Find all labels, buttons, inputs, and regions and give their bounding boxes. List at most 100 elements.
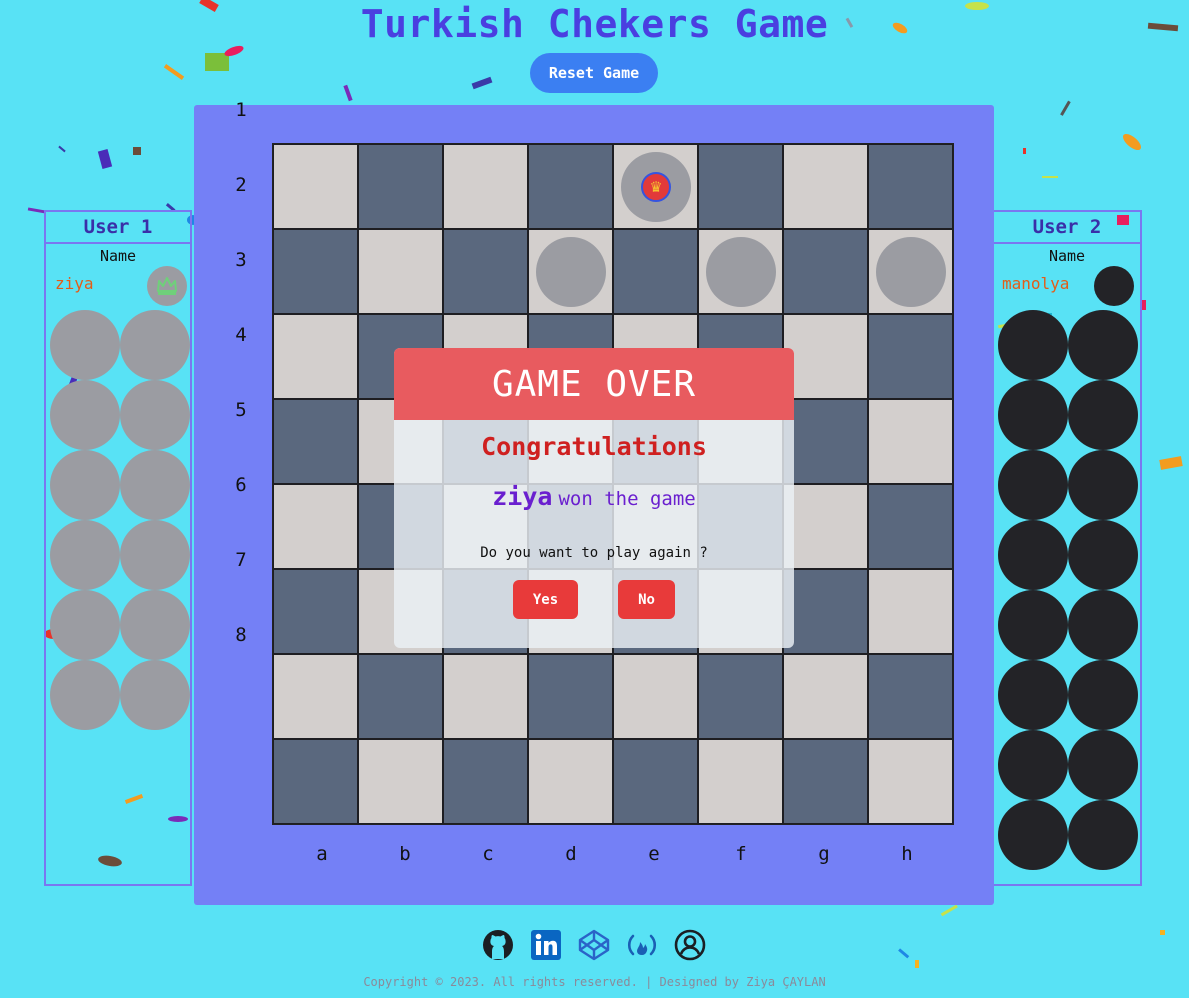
square-b2[interactable]: [358, 229, 443, 314]
square-e2[interactable]: [613, 229, 698, 314]
captured-piece: [120, 310, 190, 380]
user2-captured-pieces: [998, 310, 1138, 870]
codepen-icon[interactable]: [577, 928, 611, 962]
captured-piece: [998, 590, 1068, 660]
crown-icon: [157, 277, 177, 295]
no-button[interactable]: No: [618, 580, 675, 619]
winner-line: ziya won the game: [394, 482, 794, 511]
board-piece[interactable]: [876, 237, 946, 307]
file-label: e: [648, 843, 660, 865]
square-c8[interactable]: [443, 739, 528, 824]
user1-panel: User 1 Name ziya: [44, 210, 192, 886]
captured-piece: [1068, 800, 1138, 870]
captured-piece: [50, 310, 120, 380]
captured-piece: [1068, 380, 1138, 450]
user2-player-name: manolya: [1002, 274, 1070, 293]
file-label: a: [316, 843, 328, 865]
captured-piece: [120, 380, 190, 450]
square-a2[interactable]: [273, 229, 358, 314]
yes-button[interactable]: Yes: [513, 580, 578, 619]
captured-piece: [998, 520, 1068, 590]
captured-piece: [120, 450, 190, 520]
reset-game-button[interactable]: Reset Game: [530, 53, 658, 93]
captured-piece: [50, 590, 120, 660]
square-b1[interactable]: [358, 144, 443, 229]
square-f2[interactable]: [698, 229, 783, 314]
linkedin-icon[interactable]: [529, 928, 563, 962]
square-d1[interactable]: [528, 144, 613, 229]
captured-piece: [120, 520, 190, 590]
user2-header: User 2: [994, 212, 1140, 244]
square-g4[interactable]: [783, 399, 868, 484]
square-a7[interactable]: [273, 654, 358, 739]
captured-piece: [1068, 590, 1138, 660]
square-h8[interactable]: [868, 739, 953, 824]
square-a8[interactable]: [273, 739, 358, 824]
square-e8[interactable]: [613, 739, 698, 824]
square-h3[interactable]: [868, 314, 953, 399]
square-b8[interactable]: [358, 739, 443, 824]
captured-piece: [50, 520, 120, 590]
github-icon[interactable]: [481, 928, 515, 962]
square-g2[interactable]: [783, 229, 868, 314]
king-piece[interactable]: ♛: [621, 152, 691, 222]
rank-label: 1: [235, 99, 247, 121]
user1-name-label: Name: [99, 247, 137, 265]
user1-captured-pieces: [50, 310, 190, 730]
square-g6[interactable]: [783, 569, 868, 654]
captured-piece: [1068, 730, 1138, 800]
copyright-text: Copyright © 2023. All rights reserved. |…: [363, 975, 826, 989]
square-g1[interactable]: [783, 144, 868, 229]
square-e1[interactable]: ♛: [613, 144, 698, 229]
freecodecamp-icon[interactable]: [625, 928, 659, 962]
captured-piece: [998, 380, 1068, 450]
game-over-title: GAME OVER: [394, 348, 794, 420]
square-g5[interactable]: [783, 484, 868, 569]
square-h5[interactable]: [868, 484, 953, 569]
square-a4[interactable]: [273, 399, 358, 484]
square-a5[interactable]: [273, 484, 358, 569]
square-h7[interactable]: [868, 654, 953, 739]
square-g8[interactable]: [783, 739, 868, 824]
user-circle-icon[interactable]: [673, 928, 707, 962]
square-g7[interactable]: [783, 654, 868, 739]
square-f7[interactable]: [698, 654, 783, 739]
square-d7[interactable]: [528, 654, 613, 739]
file-label: g: [818, 843, 830, 865]
square-c7[interactable]: [443, 654, 528, 739]
board-piece[interactable]: [536, 237, 606, 307]
file-label: h: [901, 843, 913, 865]
square-h6[interactable]: [868, 569, 953, 654]
square-g3[interactable]: [783, 314, 868, 399]
square-e7[interactable]: [613, 654, 698, 739]
board-piece[interactable]: [706, 237, 776, 307]
square-b7[interactable]: [358, 654, 443, 739]
square-h4[interactable]: [868, 399, 953, 484]
square-a1[interactable]: [273, 144, 358, 229]
square-h2[interactable]: [868, 229, 953, 314]
captured-piece: [998, 450, 1068, 520]
user1-header: User 1: [46, 212, 190, 244]
rank-label: 7: [235, 549, 247, 571]
rank-label: 2: [235, 174, 247, 196]
square-f1[interactable]: [698, 144, 783, 229]
square-c1[interactable]: [443, 144, 528, 229]
captured-piece: [1068, 310, 1138, 380]
captured-piece: [998, 730, 1068, 800]
square-a3[interactable]: [273, 314, 358, 399]
square-f8[interactable]: [698, 739, 783, 824]
captured-piece: [998, 660, 1068, 730]
square-a6[interactable]: [273, 569, 358, 654]
file-label: b: [399, 843, 411, 865]
square-d8[interactable]: [528, 739, 613, 824]
square-h1[interactable]: [868, 144, 953, 229]
square-d2[interactable]: [528, 229, 613, 314]
game-over-modal: GAME OVER Congratulations ziya won the ga…: [394, 348, 794, 648]
user2-name-label: Name: [1048, 247, 1086, 265]
user1-turn-indicator: [147, 266, 187, 306]
captured-piece: [50, 380, 120, 450]
square-c2[interactable]: [443, 229, 528, 314]
crown-icon: ♛: [641, 172, 671, 202]
captured-piece: [50, 660, 120, 730]
file-label: d: [565, 843, 577, 865]
